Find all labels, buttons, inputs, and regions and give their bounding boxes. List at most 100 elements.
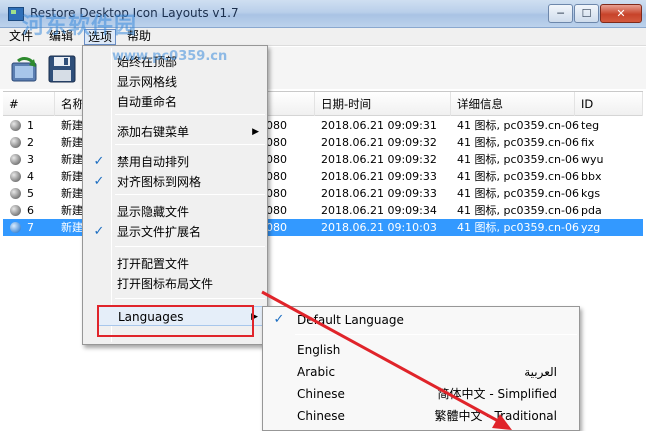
menu-separator	[115, 194, 265, 195]
language-name: Default Language	[297, 313, 404, 327]
column-datetime[interactable]: 日期-时间	[315, 92, 451, 116]
cell-details: 41 图标, pc0359.cn-06	[457, 153, 579, 166]
menu-option-label: 显示文件扩展名	[117, 225, 202, 239]
watermark-url: www.pc0359.cn	[112, 49, 228, 64]
menu-separator	[115, 144, 265, 145]
cell-name: 新建	[61, 119, 83, 132]
column-details[interactable]: 详细信息	[451, 92, 575, 116]
cell-id: yzg	[581, 221, 601, 234]
layout-status-icon	[10, 120, 21, 131]
language-option-0[interactable]: ✓ Default Language	[265, 309, 577, 331]
cell-num: 3	[27, 153, 34, 166]
cell-name: 新建	[61, 153, 83, 166]
cell-name: 新建	[61, 187, 83, 200]
cell-name: 新建	[61, 170, 83, 183]
cell-datetime: 2018.06.21 09:09:33	[321, 187, 437, 200]
language-option-2[interactable]: Arabic العربية	[265, 361, 577, 383]
check-icon: ✓	[273, 312, 285, 327]
menu-option-2[interactable]: 自动重命名	[85, 92, 265, 112]
cell-res: 080	[266, 170, 287, 183]
cell-id: fix	[581, 136, 595, 149]
cell-res: 080	[266, 136, 287, 149]
menu-option-label: 打开配置文件	[117, 257, 190, 271]
cell-res: 080	[266, 204, 287, 217]
language-option-4[interactable]: Chinese 繁體中文 - Traditional	[265, 405, 577, 427]
cell-details: 41 图标, pc0359.cn-06	[457, 170, 579, 183]
language-name: English	[297, 343, 341, 357]
column-resolution[interactable]	[260, 92, 315, 116]
check-icon: ✓	[93, 154, 105, 169]
cell-res: 080	[266, 221, 287, 234]
cell-res: 080	[266, 119, 287, 132]
cell-id: bbx	[581, 170, 602, 183]
language-native-name: العربية	[524, 365, 557, 379]
menu-option-1[interactable]: 显示网格线	[85, 72, 265, 92]
cell-datetime: 2018.06.21 09:10:03	[321, 221, 437, 234]
cell-id: teg	[581, 119, 600, 132]
layout-status-icon	[10, 205, 21, 216]
menu-option-5[interactable]: ✓ 对齐图标到网格	[85, 172, 265, 192]
refresh-icon	[11, 56, 37, 82]
cell-res: 080	[266, 187, 287, 200]
language-name: Arabic	[297, 365, 336, 379]
column-id[interactable]: ID	[575, 92, 643, 116]
annotation-highlight-box	[97, 305, 254, 337]
menu-option-label: 禁用自动排列	[117, 155, 190, 169]
cell-name: 新建	[61, 136, 83, 149]
languages-submenu: ✓ Default Language English Arabic العربية Chi…	[262, 306, 580, 431]
cell-details: 41 图标, pc0359.cn-06	[457, 204, 579, 217]
cell-num: 2	[27, 136, 34, 149]
menu-separator	[115, 114, 265, 115]
cell-datetime: 2018.06.21 09:09:34	[321, 204, 437, 217]
language-native-name: 简体中文 - Simplified	[437, 387, 557, 401]
cell-num: 4	[27, 170, 34, 183]
menu-option-9[interactable]: 打开图标布局文件	[85, 274, 265, 294]
watermark-text: 河东软件园	[22, 14, 138, 39]
menu-separator	[295, 334, 577, 335]
language-name: Chinese	[297, 387, 345, 401]
cell-datetime: 2018.06.21 09:09:32	[321, 136, 437, 149]
menu-option-4[interactable]: ✓ 禁用自动排列	[85, 152, 265, 172]
submenu-arrow-icon: ▶	[252, 127, 259, 137]
cell-res: 080	[266, 153, 287, 166]
menu-option-label: 打开图标布局文件	[117, 277, 214, 291]
cell-datetime: 2018.06.21 09:09:32	[321, 153, 437, 166]
cell-details: 41 图标, pc0359.cn-06	[457, 136, 579, 149]
cell-id: wyu	[581, 153, 604, 166]
menu-separator	[115, 246, 265, 247]
check-icon: ✓	[93, 224, 105, 239]
refresh-button[interactable]	[8, 53, 40, 85]
column-number[interactable]: #	[3, 92, 55, 116]
cell-num: 5	[27, 187, 34, 200]
minimize-button[interactable]: ─	[548, 4, 573, 23]
layout-status-icon	[10, 222, 21, 233]
cell-num: 7	[27, 221, 34, 234]
menu-option-label: 显示网格线	[117, 75, 178, 89]
cell-id: kgs	[581, 187, 601, 200]
layout-status-icon	[10, 188, 21, 199]
menu-option-7[interactable]: ✓ 显示文件扩展名	[85, 222, 265, 242]
maximize-button[interactable]: ☐	[574, 4, 599, 23]
menu-option-6[interactable]: 显示隐藏文件	[85, 202, 265, 222]
menu-option-label: 添加右键菜单	[117, 125, 190, 139]
language-option-1[interactable]: English	[265, 339, 577, 361]
menu-option-8[interactable]: 打开配置文件	[85, 254, 265, 274]
menu-option-label: 自动重命名	[117, 95, 178, 109]
layout-status-icon	[10, 137, 21, 148]
menu-option-label: 对齐图标到网格	[117, 175, 202, 189]
check-icon: ✓	[93, 174, 105, 189]
options-dropdown: 始终在顶部 显示网格线 自动重命名 添加右键菜单 ▶ ✓ 禁用自动排列 ✓ 对齐图标到网格 显示隐…	[82, 45, 268, 345]
language-option-3[interactable]: Chinese 简体中文 - Simplified	[265, 383, 577, 405]
cell-name: 新建	[61, 204, 83, 217]
cell-details: 41 图标, pc0359.cn-06	[457, 221, 579, 234]
cell-num: 6	[27, 204, 34, 217]
menu-option-3[interactable]: 添加右键菜单 ▶	[85, 122, 265, 142]
save-button[interactable]	[46, 53, 78, 85]
close-button[interactable]: ✕	[600, 4, 642, 23]
menu-option-label: 显示隐藏文件	[117, 205, 190, 219]
cell-datetime: 2018.06.21 09:09:31	[321, 119, 437, 132]
layout-status-icon	[10, 171, 21, 182]
cell-details: 41 图标, pc0359.cn-06	[457, 187, 579, 200]
language-name: Chinese	[297, 409, 345, 423]
cell-id: pda	[581, 204, 602, 217]
